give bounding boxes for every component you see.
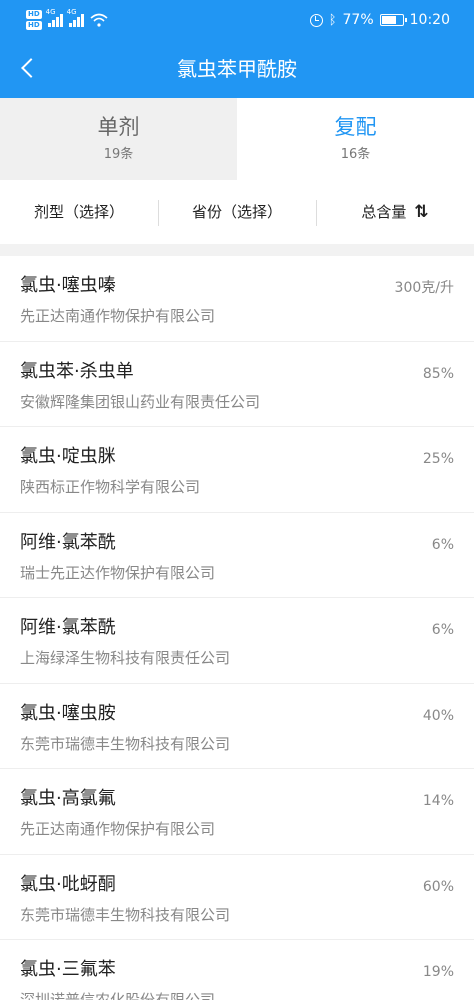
nav-bar: 氯虫苯甲酰胺: [0, 40, 474, 98]
formulation-filter[interactable]: 剂型（选择）: [0, 180, 158, 244]
product-name: 氯虫·啶虫脒: [20, 446, 116, 467]
product-content: 6%: [431, 622, 454, 638]
product-name: 氯虫苯·杀虫单: [20, 360, 134, 382]
tab-count: 16条: [340, 147, 371, 162]
tab-label: 单剂: [97, 115, 140, 139]
product-content: 14%: [422, 793, 454, 809]
signal-icon: 4G: [46, 8, 63, 27]
list-item[interactable]: 氯虫·吡蚜酮 东莞市瑞德丰生物科技有限公司 60%: [0, 855, 474, 940]
hd-icon: HD HD: [26, 10, 42, 30]
product-content: 300克/升: [394, 280, 454, 296]
company-name: 东莞市瑞德丰生物科技有限公司: [20, 734, 231, 753]
company-name: 东莞市瑞德丰生物科技有限公司: [20, 905, 231, 924]
list-item[interactable]: 氯虫·三氟苯 深圳诺普信农化股份有限公司 19%: [0, 940, 474, 1000]
bluetooth-icon: ᛒ: [328, 12, 337, 28]
list-item[interactable]: 阿维·氯苯酰 上海绿泽生物科技有限责任公司 6%: [0, 598, 474, 684]
product-name: 氯虫·高氯氟: [20, 788, 116, 809]
section-divider: [0, 244, 474, 256]
company-name: 上海绿泽生物科技有限责任公司: [20, 649, 231, 667]
product-content: 6%: [431, 536, 454, 553]
product-content: 19%: [422, 964, 454, 980]
tab-count: 19条: [103, 147, 134, 162]
company-name: 安徽辉隆集团银山药业有限责任公司: [20, 392, 261, 411]
product-name: 氯虫·吡蚜酮: [20, 873, 116, 895]
signal-icon: 4G: [67, 8, 84, 27]
tab-compound[interactable]: 复配 16条: [237, 98, 474, 180]
company-name: 先正达南通作物保护有限公司: [20, 820, 216, 838]
product-name: 氯虫·噻虫胺: [20, 702, 116, 724]
tab-single[interactable]: 单剂 19条: [0, 98, 237, 180]
list-item[interactable]: 氯虫·噻虫嗪 先正达南通作物保护有限公司 300克/升: [0, 256, 474, 342]
content-sort-label: 总含量: [361, 203, 407, 221]
wifi-icon: [90, 13, 108, 27]
sort-icon: ⇅: [414, 202, 429, 222]
status-bar: HD HD 4G 4G ᛒ 77% 10:20: [0, 0, 474, 40]
product-content: 40%: [422, 707, 454, 724]
list-item[interactable]: 阿维·氯苯酰 瑞士先正达作物保护有限公司 6%: [0, 513, 474, 598]
company-name: 深圳诺普信农化股份有限公司: [20, 991, 216, 1000]
list-item[interactable]: 氯虫·啶虫脒 陕西标正作物科学有限公司 25%: [0, 427, 474, 513]
product-content: 60%: [422, 878, 454, 895]
clock: 10:20: [409, 12, 450, 28]
content-sort[interactable]: 总含量 ⇅: [316, 180, 474, 244]
back-button[interactable]: [14, 54, 44, 84]
status-left: HD HD 4G 4G: [26, 8, 108, 32]
product-name: 阿维·氯苯酰: [20, 617, 116, 638]
product-name: 氯虫·噻虫嗪: [20, 275, 116, 296]
page-title: 氯虫苯甲酰胺: [177, 57, 297, 81]
province-filter[interactable]: 省份（选择）: [158, 180, 316, 244]
company-name: 陕西标正作物科学有限公司: [20, 478, 201, 496]
battery-icon: [379, 14, 407, 26]
battery-percent: 77%: [342, 12, 374, 28]
status-right: ᛒ 77% 10:20: [309, 10, 450, 30]
alarm-icon: [309, 13, 323, 27]
product-list: 氯虫·噻虫嗪 先正达南通作物保护有限公司 300克/升 氯虫苯·杀虫单 安徽辉隆…: [0, 256, 474, 1000]
battery-fill: [381, 16, 397, 24]
chevron-left-icon: [21, 58, 41, 78]
product-content: 85%: [422, 365, 454, 382]
list-item[interactable]: 氯虫·噻虫胺 东莞市瑞德丰生物科技有限公司 40%: [0, 684, 474, 769]
product-name: 氯虫·三氟苯: [20, 959, 116, 980]
filter-bar: 剂型（选择） 省份（选择） 总含量 ⇅: [0, 180, 474, 244]
list-item[interactable]: 氯虫·高氯氟 先正达南通作物保护有限公司 14%: [0, 769, 474, 855]
company-name: 瑞士先正达作物保护有限公司: [20, 563, 216, 582]
tab-bar: 单剂 19条 复配 16条: [0, 98, 474, 180]
tab-label: 复配: [334, 115, 377, 139]
product-name: 阿维·氯苯酰: [20, 531, 116, 553]
company-name: 先正达南通作物保护有限公司: [20, 307, 216, 325]
product-content: 25%: [422, 451, 454, 467]
list-item[interactable]: 氯虫苯·杀虫单 安徽辉隆集团银山药业有限责任公司 85%: [0, 342, 474, 427]
